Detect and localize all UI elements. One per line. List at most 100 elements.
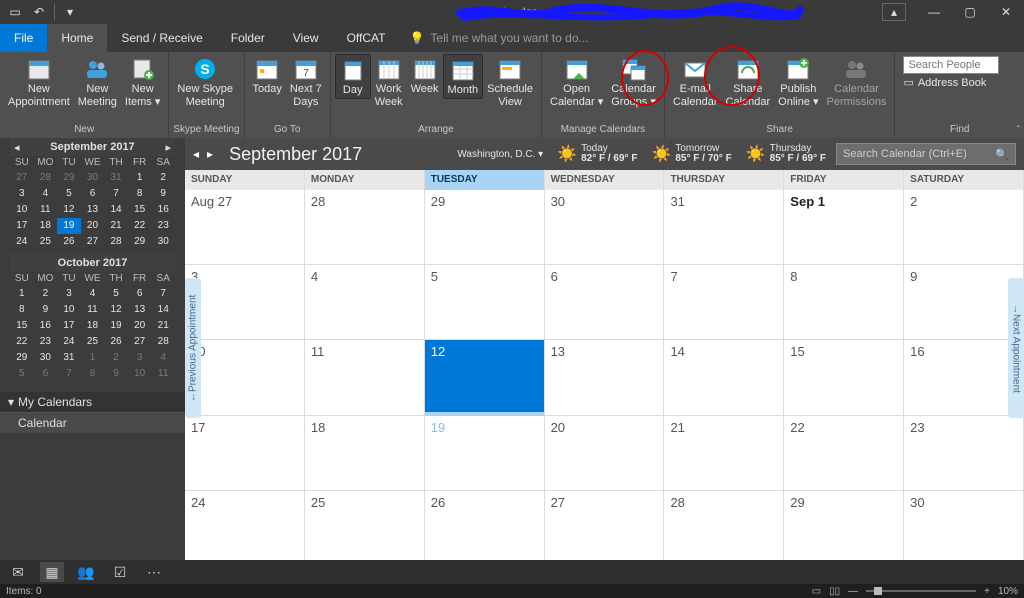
tab-view[interactable]: View [279, 24, 333, 52]
day-cell[interactable]: 20 [545, 416, 665, 490]
week-button[interactable]: Week [407, 54, 443, 97]
group-manage-calendars: OpenCalendar ▾ CalendarGroups ▾ Manage C… [542, 52, 665, 138]
day-cell[interactable]: 10 [185, 340, 305, 414]
view-normal-icon[interactable]: ▭ [812, 586, 821, 597]
day-cell[interactable]: 5 [425, 265, 545, 339]
month-icon [450, 57, 476, 83]
share-calendar-button[interactable]: ShareCalendar [722, 54, 775, 110]
day-cell[interactable]: 28 [305, 190, 425, 264]
minical-grid[interactable]: SUMOTUWETHFRSA27282930311234567891011121… [10, 156, 175, 250]
day-cell[interactable]: Aug 27 [185, 190, 305, 264]
tell-me[interactable]: 💡Tell me what you want to do... [399, 24, 588, 52]
email-calendar-button[interactable]: E-mailCalendar [669, 54, 722, 110]
next-7-days-button[interactable]: 7Next 7Days [286, 54, 326, 110]
calendar-permissions-button[interactable]: CalendarPermissions [823, 54, 891, 110]
previous-appointment-handle[interactable]: ←Previous Appointment [185, 278, 201, 418]
qat-window-icon[interactable]: ▭ [6, 3, 24, 21]
day-cell[interactable]: 8 [784, 265, 904, 339]
tab-send-receive[interactable]: Send / Receive [107, 24, 216, 52]
day-cell[interactable]: 30 [904, 491, 1024, 565]
minimize-button[interactable]: — [916, 0, 952, 24]
cal-prev-icon[interactable]: ◂ [193, 147, 199, 161]
day-cell[interactable]: 14 [664, 340, 784, 414]
new-items-button[interactable]: NewItems ▾ [121, 54, 164, 110]
day-cell[interactable]: 6 [545, 265, 665, 339]
cal-next-icon[interactable]: ▸ [207, 147, 213, 161]
sun-icon: ☀️ [651, 144, 671, 164]
search-calendar-input[interactable]: Search Calendar (Ctrl+E)🔍 [836, 143, 1016, 165]
calendar-month-title: September 2017 [223, 144, 362, 165]
day-cell[interactable]: 29 [425, 190, 545, 264]
maximize-button[interactable]: ▢ [952, 0, 988, 24]
new-skype-meeting-button[interactable]: SNew SkypeMeeting [173, 54, 237, 110]
day-icon [340, 57, 366, 83]
day-cell[interactable]: 27 [545, 491, 665, 565]
day-cell[interactable]: 7 [664, 265, 784, 339]
search-people-input[interactable] [903, 56, 999, 74]
ribbon-display-options-icon[interactable]: ▴ [882, 3, 906, 21]
open-calendar-button[interactable]: OpenCalendar ▾ [546, 54, 607, 110]
day-cell[interactable]: 18 [305, 416, 425, 490]
day-cell[interactable]: 2 [904, 190, 1024, 264]
address-book-button[interactable]: ▭Address Book [903, 76, 999, 89]
day-cell[interactable]: 16 [904, 340, 1024, 414]
my-calendars: ▾My Calendars Calendar [0, 392, 185, 433]
schedule-view-button[interactable]: ScheduleView [483, 54, 537, 110]
publish-online-button[interactable]: PublishOnline ▾ [774, 54, 822, 110]
day-cell[interactable]: 24 [185, 491, 305, 565]
day-cell[interactable]: 19 [425, 416, 545, 490]
day-cell[interactable]: 15 [784, 340, 904, 414]
calendar-list-item[interactable]: Calendar [0, 412, 185, 433]
day-cell[interactable]: 22 [784, 416, 904, 490]
more-nav-icon[interactable]: ⋯ [142, 562, 166, 582]
zoom-out-button[interactable]: — [848, 586, 858, 597]
today-button[interactable]: Today [249, 54, 286, 97]
day-cell[interactable]: Sep 1 [784, 190, 904, 264]
view-reading-icon[interactable]: ▯▯ [829, 586, 840, 597]
day-cell[interactable]: 17 [185, 416, 305, 490]
skype-icon: S [192, 56, 218, 82]
tab-home[interactable]: Home [47, 24, 107, 52]
mail-nav-icon[interactable]: ✉ [6, 562, 30, 582]
minical-grid[interactable]: SUMOTUWETHFRSA12345678910111213141516171… [10, 272, 175, 382]
new-appointment-button[interactable]: NewAppointment [4, 54, 74, 110]
tab-folder[interactable]: Folder [217, 24, 279, 52]
month-button[interactable]: Month [443, 54, 484, 99]
zoom-in-button[interactable]: + [984, 586, 990, 597]
day-cell[interactable]: 13 [545, 340, 665, 414]
next-appointment-handle[interactable]: →Next Appointment [1008, 278, 1024, 418]
day-cell[interactable]: 12 [425, 340, 545, 414]
day-cell[interactable]: 31 [664, 190, 784, 264]
day-cell[interactable]: 21 [664, 416, 784, 490]
tasks-nav-icon[interactable]: ☑ [108, 562, 132, 582]
permissions-icon [843, 56, 869, 82]
qat-customize-chevron[interactable]: ▾ [61, 3, 79, 21]
day-cell[interactable]: 9 [904, 265, 1024, 339]
minical-next-icon[interactable]: ▸ [165, 141, 171, 154]
close-button[interactable]: ✕ [988, 0, 1024, 24]
work-week-button[interactable]: WorkWeek [371, 54, 407, 110]
day-cell[interactable]: 26 [425, 491, 545, 565]
new-meeting-button[interactable]: NewMeeting [74, 54, 121, 110]
day-cell[interactable]: 30 [545, 190, 665, 264]
day-cell[interactable]: 4 [305, 265, 425, 339]
collapse-ribbon-icon[interactable]: ˆ [1017, 125, 1020, 136]
day-cell[interactable]: 25 [305, 491, 425, 565]
calendar-nav-icon[interactable]: ▦ [40, 562, 64, 582]
calendar-groups-button[interactable]: CalendarGroups ▾ [607, 54, 660, 110]
my-calendars-header[interactable]: ▾My Calendars [0, 392, 185, 412]
schedule-icon [497, 56, 523, 82]
day-cell[interactable]: 23 [904, 416, 1024, 490]
day-cell[interactable]: 28 [664, 491, 784, 565]
day-cell[interactable]: 29 [784, 491, 904, 565]
zoom-slider[interactable] [866, 590, 976, 592]
tab-file[interactable]: File [0, 24, 47, 52]
day-cell[interactable]: 11 [305, 340, 425, 414]
tab-offcat[interactable]: OffCAT [333, 24, 400, 52]
day-view-button[interactable]: Day [335, 54, 371, 99]
day-cell[interactable]: 3 [185, 265, 305, 339]
people-nav-icon[interactable]: 👥 [74, 562, 98, 582]
weather-location[interactable]: Washington, D.C. ▾ [457, 149, 543, 160]
qat-undo-icon[interactable]: ↶ [30, 3, 48, 21]
weeks-grid[interactable]: Aug 2728293031Sep 1234567891011121314151… [185, 190, 1024, 566]
